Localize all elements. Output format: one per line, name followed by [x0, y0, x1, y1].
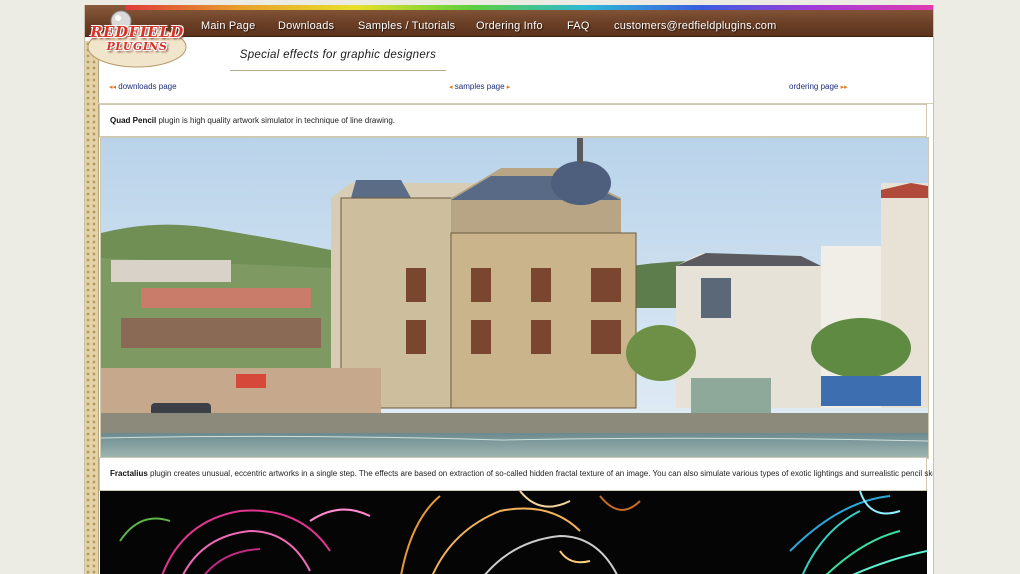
double-left-triangle-icon: ◂◂	[109, 84, 117, 91]
product-description: plugin creates unusual, eccentric artwor…	[147, 469, 934, 478]
ordering-page-link-text: ordering page	[789, 82, 839, 91]
product-description-quad-pencil: Quad Pencil plugin is high quality artwo…	[99, 104, 927, 137]
downloads-page-link[interactable]: ◂◂ downloads page	[109, 82, 177, 91]
page-container: Main Page Downloads Samples / Tutorials …	[84, 5, 934, 574]
fractalius-sample-image	[100, 491, 927, 574]
building-artwork-image	[101, 138, 928, 458]
logo-line-1: REDFIELD	[90, 23, 184, 41]
samples-page-link-text: samples page	[454, 82, 505, 91]
logo-line-2: PLUGINS	[106, 40, 168, 53]
product-description: plugin is high quality artwork simulator…	[156, 116, 396, 125]
tagline: Special effects for graphic designers	[230, 49, 446, 71]
nav-faq[interactable]: FAQ	[567, 20, 590, 32]
nav-main-page[interactable]: Main Page	[201, 20, 255, 32]
ordering-page-link[interactable]: ordering page ▸▸	[789, 82, 848, 91]
downloads-page-link-text: downloads page	[118, 82, 177, 91]
nav-samples-tutorials[interactable]: Samples / Tutorials	[358, 20, 455, 32]
decorative-side-strip	[85, 41, 99, 574]
rainbow-stripe	[125, 5, 933, 10]
logo-wordmark: REDFIELD PLUGINS	[88, 25, 186, 53]
top-navigation-bar: Main Page Downloads Samples / Tutorials …	[85, 5, 933, 37]
product-description-fractalius: Fractalius plugin creates unusual, eccen…	[99, 457, 933, 491]
product-name[interactable]: Fractalius	[110, 469, 148, 478]
samples-page-link[interactable]: ◂ samples page ▸	[449, 82, 510, 91]
fractal-artwork-image	[100, 491, 927, 574]
nav-email[interactable]: customers@redfieldplugins.com	[614, 20, 776, 32]
nav-downloads[interactable]: Downloads	[278, 20, 334, 32]
product-name[interactable]: Quad Pencil	[110, 116, 156, 125]
quad-pencil-sample-image	[100, 137, 929, 459]
double-right-triangle-icon: ▸▸	[840, 84, 848, 91]
logo[interactable]: REDFIELD PLUGINS	[85, 5, 188, 69]
right-triangle-icon: ▸	[506, 84, 511, 91]
nav-ordering-info[interactable]: Ordering Info	[476, 20, 543, 32]
left-triangle-icon: ◂	[449, 84, 453, 91]
